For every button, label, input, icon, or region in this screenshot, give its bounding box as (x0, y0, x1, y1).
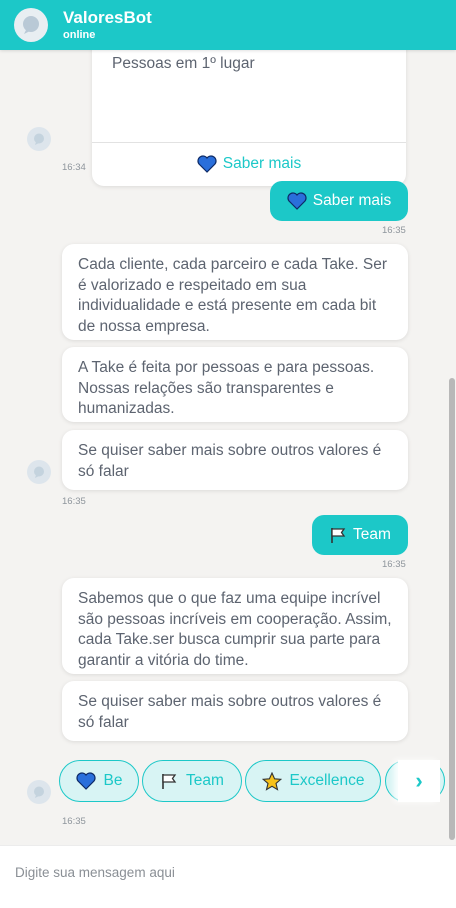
bot-status: online (63, 29, 96, 41)
saber-mais-link[interactable]: Saber mais (92, 154, 406, 175)
chat-history[interactable]: Pessoas em 1º lugar Saber mais 16:34 Sab… (0, 50, 456, 845)
quick-reply-be[interactable]: Be (59, 760, 139, 802)
quick-reply-label: Team (186, 772, 224, 789)
bot-message: Se quiser saber mais sobre outros valore… (62, 430, 408, 490)
bot-message-text: A Take é feita por pessoas e para pessoa… (78, 359, 375, 417)
bot-chat-icon (20, 14, 42, 36)
bot-name: ValoresBot (63, 8, 152, 27)
bot-chat-icon (32, 132, 46, 146)
message-time: 16:35 (382, 225, 406, 236)
quick-reply-team[interactable]: Team (142, 760, 242, 802)
bot-avatar (14, 8, 48, 42)
message-composer (0, 845, 456, 908)
bot-message-text: Se quiser saber mais sobre outros valore… (78, 442, 382, 480)
flag-icon (160, 772, 178, 790)
card-text: Pessoas em 1º lugar (112, 55, 255, 72)
blue-heart-icon (197, 155, 217, 174)
message-time: 16:35 (62, 816, 86, 827)
bot-chat-icon (32, 465, 46, 479)
flag-icon (329, 526, 347, 544)
user-message: Team (312, 515, 408, 555)
saber-mais-label: Saber mais (222, 155, 302, 172)
blue-heart-icon (75, 772, 96, 790)
bot-message: Se quiser saber mais sobre outros valore… (62, 681, 408, 741)
quick-reply-label: Be (103, 772, 123, 789)
message-time: 16:34 (62, 162, 86, 173)
bot-message: Cada cliente, cada parceiro e cada Take.… (62, 244, 408, 340)
bot-message-text: Se quiser saber mais sobre outros valore… (78, 693, 382, 731)
star-icon (261, 771, 282, 791)
bot-message-text: Sabemos que o que faz uma equipe incríve… (78, 590, 392, 669)
message-input[interactable] (0, 846, 456, 898)
chat-header: ValoresBot online (0, 0, 456, 50)
bot-message-text: Cada cliente, cada parceiro e cada Take.… (78, 256, 388, 335)
user-message-text: Saber mais (312, 192, 392, 209)
bot-message: Sabemos que o que faz uma equipe incríve… (62, 578, 408, 674)
chevron-right-icon[interactable]: › (398, 760, 440, 802)
card-divider (92, 142, 406, 143)
message-time: 16:35 (62, 496, 86, 507)
quick-reply-label: Excellence (289, 772, 365, 789)
bot-avatar-small (27, 127, 51, 151)
quick-reply-excellence[interactable]: Excellence (245, 760, 381, 802)
bot-message: A Take é feita por pessoas e para pessoa… (62, 347, 408, 422)
user-message: Saber mais (270, 181, 408, 221)
message-time: 16:35 (382, 559, 406, 570)
blue-heart-icon (287, 192, 307, 210)
quick-replies: Be Team Excellence › (0, 760, 456, 802)
value-card: Pessoas em 1º lugar Saber mais (92, 50, 406, 186)
bot-avatar-small (27, 460, 51, 484)
user-message-text: Team (353, 526, 391, 543)
